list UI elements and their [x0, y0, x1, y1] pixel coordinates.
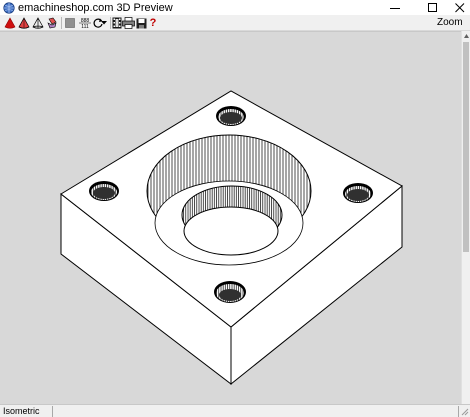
- corner-hole-right: [343, 183, 373, 203]
- close-icon: [455, 2, 465, 12]
- help-icon: ?: [149, 17, 157, 29]
- vertical-scrollbar[interactable]: [461, 31, 470, 404]
- solid-view-button[interactable]: [3, 16, 17, 30]
- corner-hole-bottom: [214, 281, 246, 303]
- shading-button[interactable]: [63, 16, 77, 30]
- minimize-button[interactable]: [380, 0, 410, 15]
- scroll-up-button[interactable]: [463, 32, 470, 40]
- maximize-button[interactable]: [418, 0, 448, 15]
- svg-text:111: 111: [81, 24, 89, 29]
- minimize-icon: [390, 7, 400, 9]
- center-counterbore: [146, 134, 312, 266]
- red-cone-outline-icon: [18, 17, 30, 29]
- corner-hole-top: [216, 106, 246, 126]
- rotate-dropdown-button[interactable]: [100, 16, 108, 30]
- dropdown-arrow-icon: [101, 21, 107, 25]
- layered-shapes-icon: [47, 17, 57, 29]
- 3d-viewport[interactable]: [0, 31, 461, 404]
- part-3d-model: [60, 90, 403, 386]
- layers-view-button[interactable]: [45, 16, 59, 30]
- red-cone-icon: [4, 17, 16, 29]
- status-pane-empty: [55, 406, 459, 417]
- wireframe-cone-icon: [32, 17, 44, 29]
- solid-edges-view-button[interactable]: [17, 16, 31, 30]
- scroll-up-arrow-icon: [464, 34, 469, 38]
- maximize-icon: [428, 2, 437, 12]
- status-bar: Isometric: [0, 404, 470, 417]
- dimensions-button[interactable]: 888 111: [78, 16, 92, 30]
- resize-grip-icon[interactable]: [461, 408, 469, 416]
- printer-icon: [121, 17, 135, 29]
- zoom-button[interactable]: Zoom: [437, 17, 463, 29]
- status-view-mode: Isometric: [3, 406, 40, 416]
- app-globe-icon: [3, 2, 15, 14]
- wireframe-view-button[interactable]: [31, 16, 45, 30]
- scroll-thumb[interactable]: [463, 42, 469, 252]
- save-disk-icon: [136, 18, 146, 28]
- status-pane-view: Isometric: [1, 406, 53, 417]
- print-button[interactable]: [121, 16, 135, 30]
- toolbar: 888 111 ? Zoom: [0, 15, 470, 31]
- close-button[interactable]: [445, 0, 470, 15]
- gray-square-icon: [65, 18, 75, 28]
- help-button[interactable]: ?: [146, 16, 160, 30]
- toolbar-separator: [61, 17, 62, 29]
- corner-hole-left: [89, 181, 119, 201]
- dimension-numbers-icon: 888 111: [79, 18, 91, 29]
- title-bar: emachineshop.com 3D Preview: [0, 0, 470, 15]
- window-title: emachineshop.com 3D Preview: [18, 2, 173, 14]
